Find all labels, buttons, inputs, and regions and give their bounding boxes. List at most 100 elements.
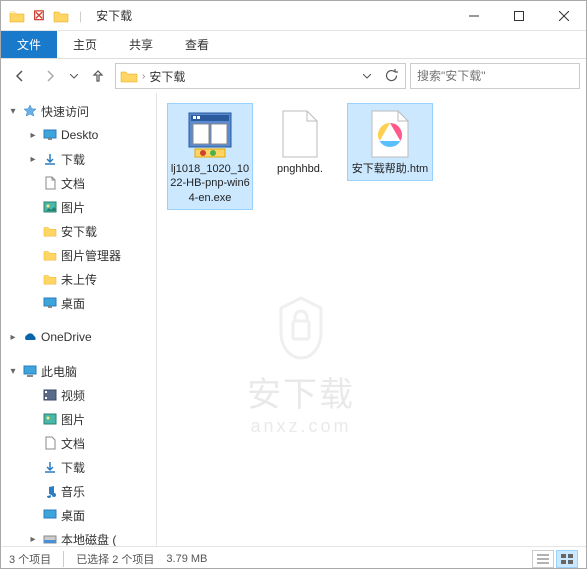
tab-file[interactable]: 文件: [1, 31, 57, 58]
sidebar: ▾ 快速访问 ▸ Deskto ▸ 下载 文档 图片 安下载: [1, 93, 157, 546]
forward-button[interactable]: [37, 63, 63, 89]
exe-icon: [184, 108, 236, 160]
sidebar-pc-videos[interactable]: 视频: [1, 383, 156, 407]
sidebar-item-label: 桌面: [61, 507, 85, 524]
statusbar: 3 个项目 已选择 2 个项目 3.79 MB: [1, 546, 586, 570]
sidebar-item-label: 本地磁盘 (: [61, 531, 116, 547]
chevron-right-icon[interactable]: ▸: [27, 154, 39, 165]
sidebar-label: OneDrive: [41, 330, 92, 344]
titlebar: ☒ | 安下载: [1, 1, 586, 31]
tab-view[interactable]: 查看: [169, 31, 225, 58]
address-bar[interactable]: › 安下载: [115, 63, 406, 89]
search-input[interactable]: [417, 69, 572, 83]
sidebar-item-label: 未上传: [61, 271, 97, 288]
tab-share[interactable]: 共享: [113, 31, 169, 58]
file-name: 安下载帮助.htm: [352, 162, 428, 176]
file-item[interactable]: pnghhbd.: [257, 103, 343, 181]
address-path: 安下载: [149, 68, 353, 85]
htm-icon: [364, 108, 416, 160]
watermark: 安下载 anxz.com: [247, 293, 355, 437]
folder-icon: [41, 223, 59, 239]
sidebar-item-notuploaded[interactable]: 未上传: [1, 267, 156, 291]
view-icons-button[interactable]: [556, 550, 578, 568]
sidebar-pc-disk[interactable]: ▸ 本地磁盘 (: [1, 527, 156, 546]
sidebar-item-pictures[interactable]: 图片: [1, 195, 156, 219]
chevron-down-icon[interactable]: ▾: [7, 366, 19, 377]
sidebar-pc-downloads[interactable]: 下载: [1, 455, 156, 479]
sidebar-item-label: 图片管理器: [61, 247, 121, 264]
sidebar-item-label: 视频: [61, 387, 85, 404]
sidebar-item-label: 下载: [61, 459, 85, 476]
sidebar-item-downloads[interactable]: ▸ 下载: [1, 147, 156, 171]
blank-file-icon: [274, 108, 326, 160]
status-selection: 已选择 2 个项目: [76, 551, 154, 567]
address-row: › 安下载: [1, 59, 586, 93]
sidebar-item-desktop[interactable]: ▸ Deskto: [1, 123, 156, 147]
refresh-button[interactable]: [381, 66, 401, 86]
folder-icon: [9, 8, 25, 24]
download-icon: [41, 151, 59, 167]
file-item[interactable]: lj1018_1020_1022-HB-pnp-win64-en.exe: [167, 103, 253, 210]
star-icon: [21, 103, 39, 119]
sidebar-pc-desktop[interactable]: 桌面: [1, 503, 156, 527]
sidebar-item-documents[interactable]: 文档: [1, 171, 156, 195]
pc-icon: [21, 363, 39, 379]
tab-home[interactable]: 主页: [57, 31, 113, 58]
chevron-right-icon[interactable]: ▸: [7, 332, 19, 343]
picture-icon: [41, 411, 59, 427]
sidebar-item-label: 安下载: [61, 223, 97, 240]
sidebar-item-label: 桌面: [61, 295, 85, 312]
up-button[interactable]: [85, 63, 111, 89]
sidebar-item-label: 文档: [61, 435, 85, 452]
sidebar-label: 此电脑: [41, 363, 77, 380]
maximize-button[interactable]: [496, 1, 541, 31]
download-icon: [41, 459, 59, 475]
folder-icon: [41, 271, 59, 287]
status-count: 3 个项目: [9, 551, 51, 567]
watermark-text: 安下载: [247, 367, 355, 416]
view-details-button[interactable]: [532, 550, 554, 568]
sidebar-onedrive[interactable]: ▸ OneDrive: [1, 325, 156, 349]
watermark-sub: anxz.com: [247, 416, 355, 437]
folder-icon: [41, 247, 59, 263]
picture-icon: [41, 199, 59, 215]
back-button[interactable]: [7, 63, 33, 89]
sidebar-pc-documents[interactable]: 文档: [1, 431, 156, 455]
window-title: 安下载: [96, 7, 132, 24]
sidebar-pc-music[interactable]: 音乐: [1, 479, 156, 503]
desktop-icon: [41, 127, 59, 143]
sidebar-item-desktop2[interactable]: 桌面: [1, 291, 156, 315]
chevron-right-icon[interactable]: ▸: [27, 534, 39, 545]
divider: |: [79, 9, 82, 23]
ribbon: 文件 主页 共享 查看: [1, 31, 586, 59]
sidebar-this-pc[interactable]: ▾ 此电脑: [1, 359, 156, 383]
sidebar-pc-pictures[interactable]: 图片: [1, 407, 156, 431]
sidebar-quick-access[interactable]: ▾ 快速访问: [1, 99, 156, 123]
sidebar-item-anxz[interactable]: 安下载: [1, 219, 156, 243]
minimize-button[interactable]: [451, 1, 496, 31]
document-icon: [41, 175, 59, 191]
disk-icon: [41, 531, 59, 546]
file-name: pnghhbd.: [277, 162, 323, 176]
desktop-icon: [41, 295, 59, 311]
file-name: lj1018_1020_1022-HB-pnp-win64-en.exe: [170, 162, 250, 205]
cloud-icon: [21, 329, 39, 345]
history-dropdown[interactable]: [67, 63, 81, 89]
video-icon: [41, 387, 59, 403]
chevron-right-icon[interactable]: ▸: [27, 130, 39, 141]
app-icon: ☒: [31, 8, 47, 24]
sidebar-item-label: 图片: [61, 411, 85, 428]
music-icon: [41, 483, 59, 499]
address-dropdown[interactable]: [357, 66, 377, 86]
search-box[interactable]: [410, 63, 580, 89]
chevron-down-icon[interactable]: ▾: [7, 106, 19, 117]
document-icon: [41, 435, 59, 451]
file-pane[interactable]: lj1018_1020_1022-HB-pnp-win64-en.exe png…: [157, 93, 586, 546]
close-button[interactable]: [541, 1, 586, 31]
file-item[interactable]: 安下载帮助.htm: [347, 103, 433, 181]
sidebar-item-label: 文档: [61, 175, 85, 192]
sidebar-item-label: 音乐: [61, 483, 85, 500]
sidebar-label: 快速访问: [41, 103, 89, 120]
sidebar-item-picmgr[interactable]: 图片管理器: [1, 243, 156, 267]
status-size: 3.79 MB: [166, 553, 207, 565]
